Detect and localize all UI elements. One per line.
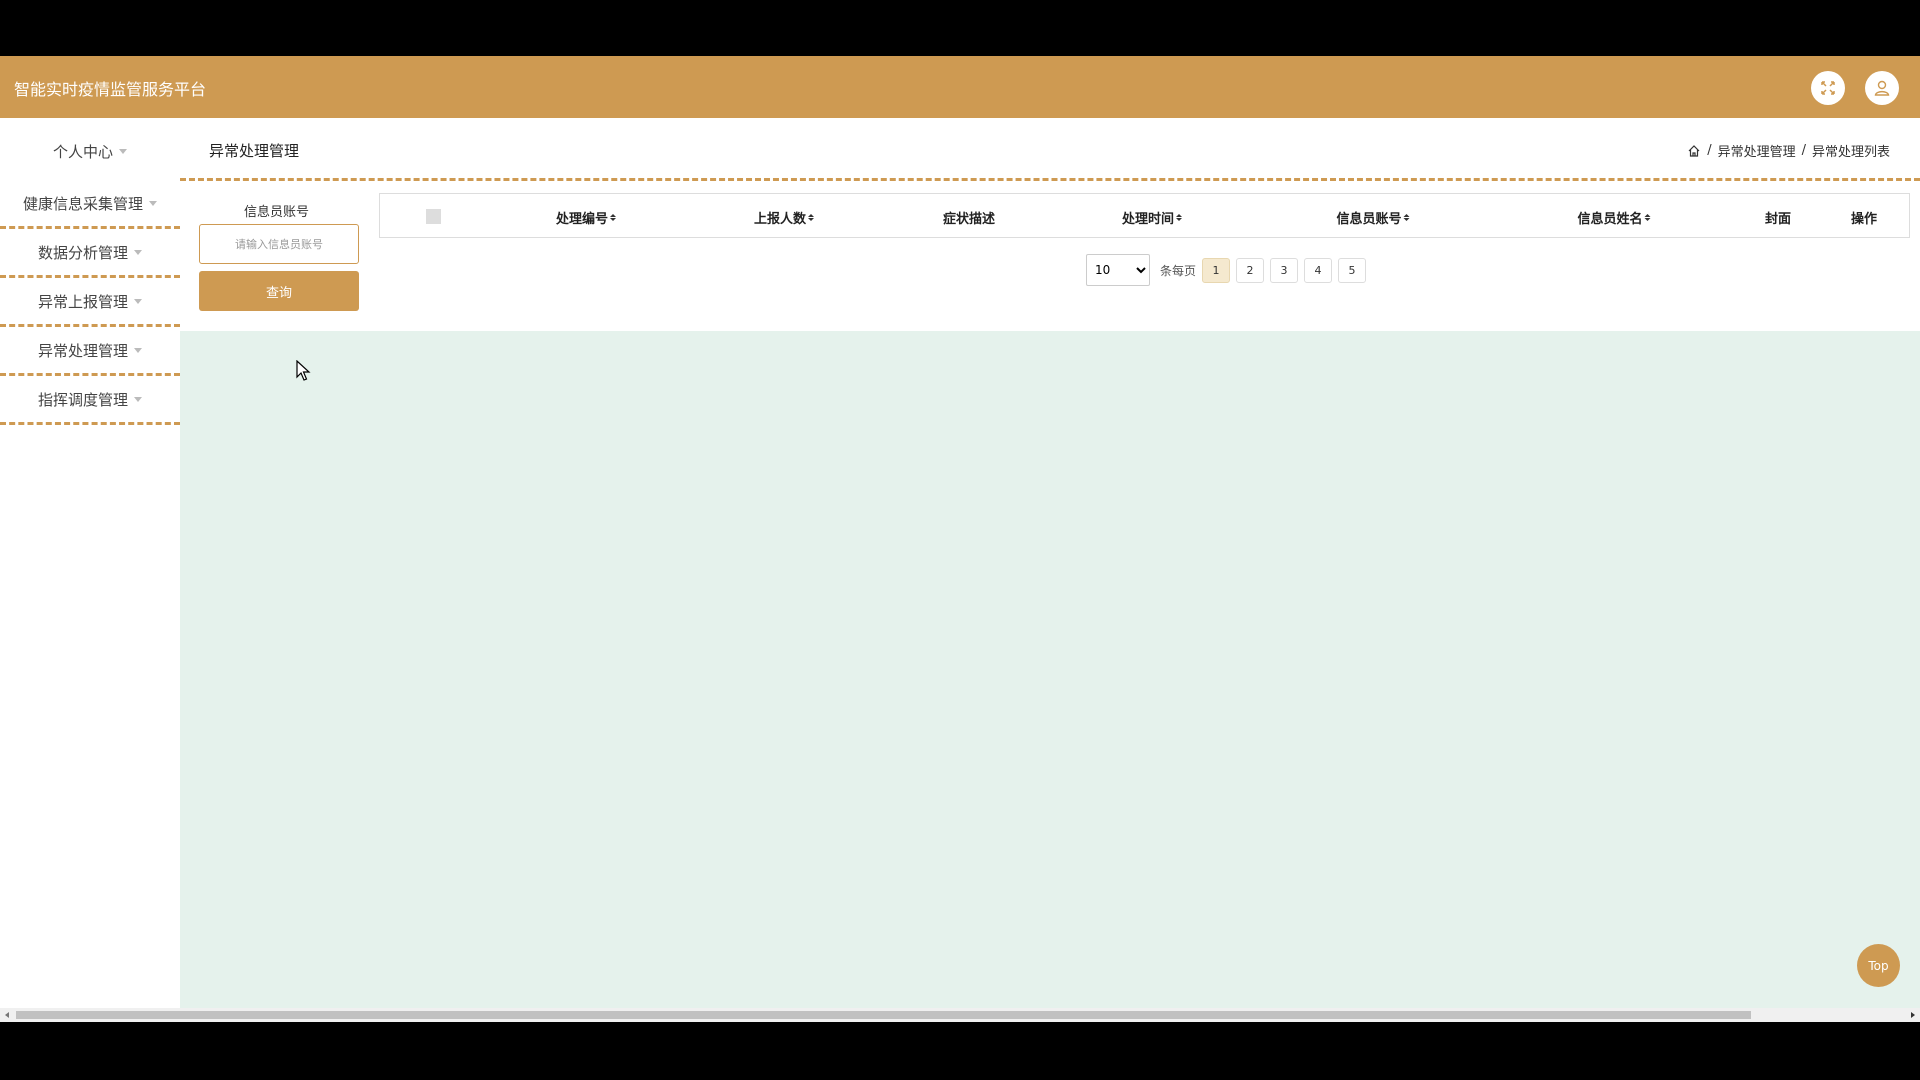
breadcrumb-separator: / [1707, 143, 1712, 158]
search-input[interactable] [199, 224, 359, 264]
horizontal-scrollbar[interactable] [0, 1008, 1920, 1022]
main-content: 异常处理管理 / 异常处理管理 / 异常处理列表 信息员账号 查询 处理编号 上… [180, 118, 1920, 1008]
sidebar-item-label: 数据分析管理 [37, 243, 128, 262]
sidebar-item-label: 健康信息采集管理 [22, 194, 143, 213]
page-button[interactable]: 2 [1236, 257, 1265, 283]
sort-icon [1176, 214, 1183, 221]
chevron-down-icon [134, 298, 142, 304]
sort-icon [1644, 214, 1651, 221]
column-header-cover: 封面 [1764, 212, 1792, 227]
page-header: 异常处理管理 / 异常处理管理 / 异常处理列表 [180, 118, 1920, 181]
breadcrumb-item-module[interactable]: 异常处理管理 [1718, 141, 1796, 160]
page-button[interactable]: 1 [1202, 257, 1231, 283]
sidebar-item-personal-center[interactable]: 个人中心 [0, 118, 180, 180]
list-panel: 信息员账号 查询 处理编号 上报人数 症状描述 处理时间 信息员账号 [180, 181, 1920, 331]
chevron-down-icon [149, 200, 157, 206]
scroll-left-icon[interactable] [5, 1012, 9, 1018]
column-header-actions: 操作 [1850, 212, 1878, 227]
sort-icon [1403, 214, 1410, 221]
search-label: 信息员账号 [244, 205, 310, 220]
sidebar-item-label: 异常上报管理 [37, 292, 128, 311]
breadcrumb-separator: / [1801, 143, 1806, 158]
column-header-process-id[interactable]: 处理编号 [556, 208, 617, 227]
sidebar-item-data-analysis[interactable]: 数据分析管理 [0, 229, 180, 278]
column-header-report-count[interactable]: 上报人数 [754, 208, 815, 227]
fullscreen-button[interactable] [1811, 71, 1845, 105]
sidebar-item-health-info[interactable]: 健康信息采集管理 [0, 180, 180, 229]
sidebar: 个人中心 健康信息采集管理 数据分析管理 异常上报管理 异常处理管理 指挥调度管… [0, 118, 180, 1008]
user-menu-button[interactable] [1865, 71, 1899, 105]
sort-icon [808, 214, 815, 221]
app-title: 智能实时疫情监管服务平台 [14, 80, 207, 99]
scroll-right-icon[interactable] [1911, 1012, 1915, 1018]
sort-icon [610, 214, 617, 221]
column-header-informant-name[interactable]: 信息员姓名 [1577, 208, 1651, 227]
mouse-cursor-icon [296, 360, 311, 381]
data-table: 处理编号 上报人数 症状描述 处理时间 信息员账号 信息员姓名 封面 操作 [379, 193, 1910, 238]
chevron-down-icon [119, 148, 127, 154]
back-to-top-button[interactable]: Top [1857, 944, 1900, 987]
header-bar: 智能实时疫情监管服务平台 [0, 56, 1920, 118]
select-all-checkbox[interactable] [426, 209, 441, 224]
page-size-select[interactable]: 10 [1086, 254, 1150, 286]
page-title: 异常处理管理 [209, 142, 300, 160]
chevron-down-icon [134, 249, 142, 255]
page-button[interactable]: 4 [1304, 257, 1333, 283]
pagination: 10 条每页 1 2 3 4 5 [1086, 254, 1372, 286]
expand-icon [1821, 81, 1835, 95]
sidebar-item-label: 个人中心 [52, 142, 113, 161]
per-page-label: 条每页 [1160, 263, 1197, 278]
sidebar-item-label: 异常处理管理 [37, 341, 128, 360]
chevron-down-icon [134, 347, 142, 353]
sidebar-item-command-dispatch[interactable]: 指挥调度管理 [0, 376, 180, 425]
sidebar-item-exception-report[interactable]: 异常上报管理 [0, 278, 180, 327]
column-header-informant-account[interactable]: 信息员账号 [1336, 208, 1410, 227]
query-button[interactable]: 查询 [199, 271, 359, 311]
sidebar-item-label: 指挥调度管理 [37, 390, 128, 409]
breadcrumb: / 异常处理管理 / 异常处理列表 [1687, 141, 1890, 160]
page-button[interactable]: 5 [1338, 257, 1367, 283]
scrollbar-thumb[interactable] [16, 1011, 1751, 1019]
breadcrumb-item-current: 异常处理列表 [1811, 145, 1890, 160]
column-header-process-time[interactable]: 处理时间 [1122, 208, 1183, 227]
home-icon[interactable] [1687, 144, 1701, 158]
sidebar-item-exception-handling[interactable]: 异常处理管理 [0, 327, 180, 376]
column-header-symptom: 症状描述 [942, 212, 996, 227]
chevron-down-icon [134, 396, 142, 402]
user-icon [1874, 80, 1890, 96]
page-button[interactable]: 3 [1270, 257, 1299, 283]
